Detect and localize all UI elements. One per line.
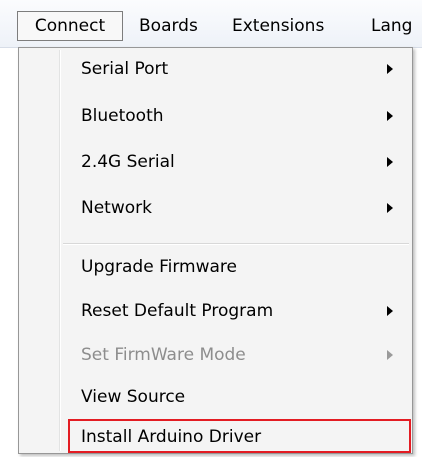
menu-item-label: View Source xyxy=(81,387,186,407)
submenu-arrow-icon xyxy=(387,157,393,167)
menu-separator xyxy=(63,243,409,245)
submenu-arrow-icon xyxy=(387,306,393,316)
menu-item-upgrade-firmware[interactable]: Upgrade Firmware xyxy=(19,250,412,284)
app-window: Connect Boards Extensions Lang Serial Po… xyxy=(0,0,422,457)
submenu-arrow-icon xyxy=(387,111,393,121)
menu-item-2-4g-serial[interactable]: 2.4G Serial xyxy=(19,145,412,179)
menu-item-label: Bluetooth xyxy=(81,106,164,126)
menu-item-reset-default-program[interactable]: Reset Default Program xyxy=(19,294,412,328)
connect-dropdown-menu: Serial Port Bluetooth 2.4G Serial Networ… xyxy=(18,47,413,454)
highlight-annotation-box xyxy=(68,419,411,453)
menu-item-serial-port[interactable]: Serial Port xyxy=(19,52,412,86)
menu-item-label: Upgrade Firmware xyxy=(81,257,237,277)
menu-item-set-firmware-mode: Set FirmWare Mode xyxy=(19,338,412,372)
menu-item-label: 2.4G Serial xyxy=(81,152,175,172)
menu-item-label: Reset Default Program xyxy=(81,301,274,321)
submenu-arrow-icon xyxy=(387,350,393,360)
submenu-arrow-icon xyxy=(387,64,393,74)
menu-connect[interactable]: Connect xyxy=(17,11,123,41)
menu-language[interactable]: Lang xyxy=(371,12,412,40)
menu-bar: Connect Boards Extensions Lang xyxy=(0,0,422,48)
menu-boards[interactable]: Boards xyxy=(139,12,198,40)
menu-item-bluetooth[interactable]: Bluetooth xyxy=(19,99,412,133)
menu-item-label: Set FirmWare Mode xyxy=(81,345,246,365)
menu-extensions[interactable]: Extensions xyxy=(232,12,324,40)
menu-item-label: Network xyxy=(81,198,152,218)
menu-item-view-source[interactable]: View Source xyxy=(19,380,412,414)
menu-item-label: Serial Port xyxy=(81,59,169,79)
submenu-arrow-icon xyxy=(387,203,393,213)
menu-item-network[interactable]: Network xyxy=(19,191,412,225)
